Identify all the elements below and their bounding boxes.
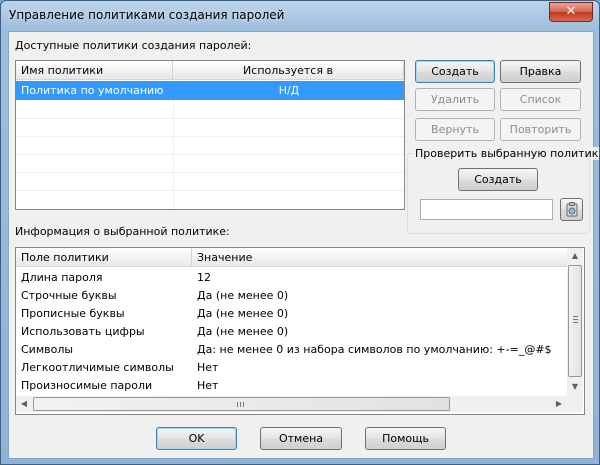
cancel-button[interactable]: Отмена bbox=[260, 427, 342, 450]
policies-list[interactable]: Имя политики Используется в Политика по … bbox=[15, 60, 405, 210]
copy-password-button[interactable] bbox=[560, 198, 583, 221]
row-divider bbox=[16, 154, 404, 155]
info-field-cell: Прописные буквы bbox=[21, 307, 125, 320]
info-value-cell: Нет bbox=[197, 379, 219, 392]
horizontal-scrollbar[interactable]: ◀ ▶ bbox=[16, 396, 567, 412]
info-value-cell: Да: не менее 0 из набора символов по умо… bbox=[197, 343, 552, 356]
window-title: Управление политиками создания паролей bbox=[9, 8, 285, 22]
scroll-left-icon[interactable]: ◀ bbox=[16, 396, 32, 412]
row-divider bbox=[16, 136, 404, 137]
vertical-scroll-thumb[interactable] bbox=[568, 265, 582, 377]
dialog-window: Управление политиками создания паролей ✕… bbox=[0, 0, 600, 465]
scroll-down-icon[interactable]: ▼ bbox=[567, 379, 583, 395]
close-icon: ✕ bbox=[565, 4, 577, 19]
create-policy-button[interactable]: Создать bbox=[415, 60, 495, 83]
horizontal-scroll-thumb[interactable] bbox=[33, 397, 450, 411]
info-field-cell: Символы bbox=[21, 343, 74, 356]
info-value-cell: 12 bbox=[197, 271, 211, 284]
info-value-cell: Да (не менее 0) bbox=[197, 289, 289, 302]
edit-policy-button[interactable]: Правка bbox=[500, 60, 581, 83]
copy-clipboard-icon bbox=[566, 202, 578, 217]
title-bar[interactable]: Управление политиками создания паролей ✕ bbox=[1, 1, 599, 31]
info-field-cell: Легкоотличимые символы bbox=[21, 361, 174, 374]
generate-password-button[interactable]: Создать bbox=[458, 168, 538, 191]
info-field-cell: Длина пароля bbox=[21, 271, 103, 284]
ok-button[interactable]: OK bbox=[156, 427, 237, 450]
column-header-used-in[interactable]: Используется в bbox=[173, 61, 404, 80]
policy-used-in-cell: Н/Д bbox=[278, 84, 300, 97]
generated-password-field[interactable] bbox=[420, 199, 553, 220]
info-value-cell: Да (не менее 0) bbox=[197, 325, 289, 338]
info-field-cell: Произносимые пароли bbox=[21, 379, 153, 392]
vertical-scrollbar[interactable]: ▲ ▼ bbox=[567, 248, 583, 396]
scroll-up-icon[interactable]: ▲ bbox=[567, 248, 583, 264]
check-policy-group bbox=[407, 153, 590, 234]
row-divider bbox=[16, 172, 404, 173]
info-field-cell: Использовать цифры bbox=[21, 325, 145, 338]
policy-info-label: Информация о выбранной политике: bbox=[15, 225, 230, 238]
check-policy-title: Проверить выбранную политику bbox=[413, 147, 599, 160]
delete-policy-button[interactable]: Удалить bbox=[415, 88, 495, 111]
close-button[interactable]: ✕ bbox=[549, 2, 593, 22]
redo-button[interactable]: Повторить bbox=[500, 118, 581, 141]
column-header-policy-name[interactable]: Имя политики bbox=[16, 61, 173, 80]
dialog-client: Доступные политики создания паролей: Имя… bbox=[8, 31, 599, 459]
policy-name-cell: Политика по умолчанию bbox=[21, 84, 164, 97]
column-header-policy-field[interactable]: Поле политики bbox=[16, 248, 192, 267]
column-header-value[interactable]: Значение bbox=[192, 248, 568, 267]
row-divider bbox=[16, 118, 404, 119]
available-policies-label: Доступные политики создания паролей: bbox=[15, 39, 252, 52]
row-divider bbox=[16, 190, 404, 191]
scrollbar-corner bbox=[567, 396, 583, 412]
info-field-cell: Строчные буквы bbox=[21, 289, 117, 302]
info-value-cell: Да (не менее 0) bbox=[197, 307, 289, 320]
policy-info-list[interactable]: Поле политики Значение Длина пароля 12 С… bbox=[15, 247, 585, 415]
help-button[interactable]: Помощь bbox=[365, 427, 446, 450]
list-button[interactable]: Список bbox=[500, 88, 581, 111]
undo-button[interactable]: Вернуть bbox=[415, 118, 495, 141]
info-value-cell: Нет bbox=[197, 361, 219, 374]
scroll-right-icon[interactable]: ▶ bbox=[551, 396, 567, 412]
